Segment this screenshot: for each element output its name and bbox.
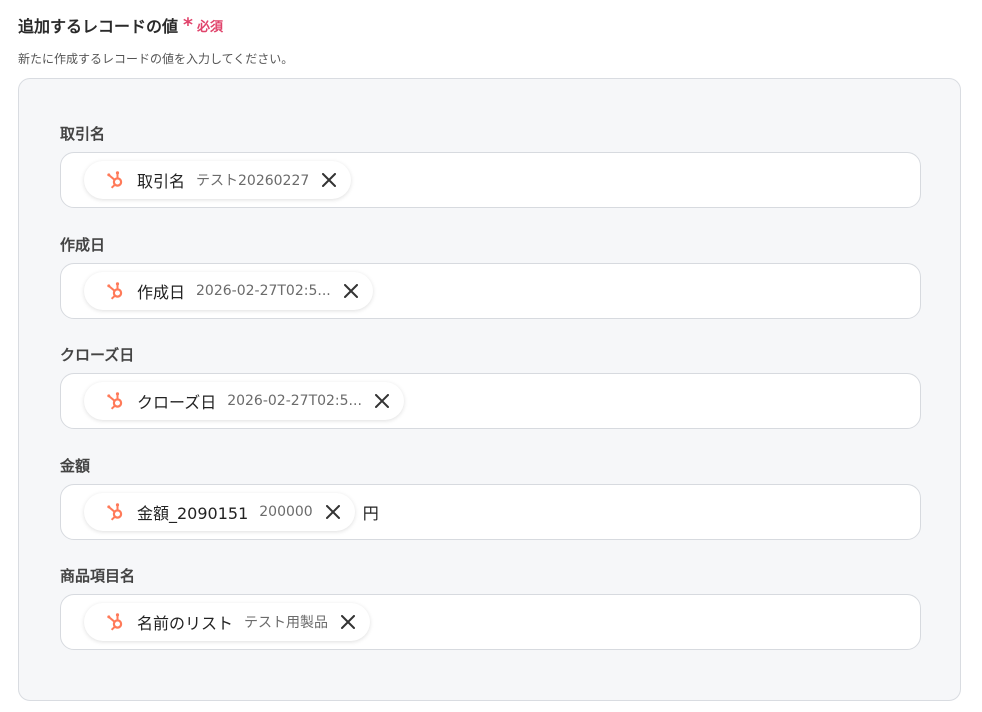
hubspot-icon <box>104 280 126 302</box>
chip-name: 作成日 <box>137 283 186 302</box>
chip-value: テスト用製品 <box>244 615 329 631</box>
hubspot-icon <box>104 169 126 191</box>
chip-name: 取引名 <box>137 172 186 191</box>
remove-chip-icon[interactable] <box>339 279 363 303</box>
remove-chip-icon[interactable] <box>370 389 394 413</box>
chip-value: 2026-02-27T02:5... <box>227 393 362 409</box>
field-label-deal-name: 取引名 <box>60 125 106 143</box>
remove-chip-icon[interactable] <box>317 168 341 192</box>
chip-value: テスト20260227 <box>196 173 310 189</box>
section-title-text: 追加するレコードの値 <box>18 17 179 36</box>
variable-chip[interactable]: 作成日 2026-02-27T02:5... <box>84 272 373 310</box>
amount-suffix-text: 円 <box>362 504 379 523</box>
field-input-amount[interactable]: 金額_2090151 200000 円 <box>60 484 921 540</box>
chip-name: 名前のリスト <box>137 614 234 633</box>
required-asterisk: * <box>183 13 193 36</box>
field-label-close-date: クローズ日 <box>60 346 135 364</box>
chip-value: 2026-02-27T02:5... <box>196 283 331 299</box>
field-label-product-item-name: 商品項目名 <box>60 567 136 585</box>
field-input-create-date[interactable]: 作成日 2026-02-27T02:5... <box>60 263 921 319</box>
variable-chip[interactable]: クローズ日 2026-02-27T02:5... <box>84 382 404 420</box>
variable-chip[interactable]: 取引名 テスト20260227 <box>84 161 352 199</box>
field-input-deal-name[interactable]: 取引名 テスト20260227 <box>60 152 921 208</box>
section-title: 追加するレコードの値 * 必須 <box>18 13 223 37</box>
variable-chip[interactable]: 金額_2090151 200000 <box>84 493 355 531</box>
field-input-close-date[interactable]: クローズ日 2026-02-27T02:5... <box>60 373 921 429</box>
hubspot-icon <box>104 611 126 633</box>
chip-name: クローズ日 <box>137 393 217 412</box>
section-description: 新たに作成するレコードの値を入力してください。 <box>18 52 294 66</box>
hubspot-icon <box>104 390 126 412</box>
chip-value: 200000 <box>259 504 313 520</box>
field-label-create-date: 作成日 <box>60 236 106 254</box>
remove-chip-icon[interactable] <box>336 610 360 634</box>
required-label: 必須 <box>196 19 223 35</box>
variable-chip[interactable]: 名前のリスト テスト用製品 <box>84 603 371 641</box>
record-values-panel: 取引名 取引名 テスト20260227 作成日 作成日 2026-02-27T0… <box>18 78 961 701</box>
field-label-amount: 金額 <box>60 457 91 475</box>
chip-name: 金額_2090151 <box>137 504 249 523</box>
field-input-product-item-name[interactable]: 名前のリスト テスト用製品 <box>60 594 921 650</box>
remove-chip-icon[interactable] <box>321 500 345 524</box>
hubspot-icon <box>104 501 126 523</box>
